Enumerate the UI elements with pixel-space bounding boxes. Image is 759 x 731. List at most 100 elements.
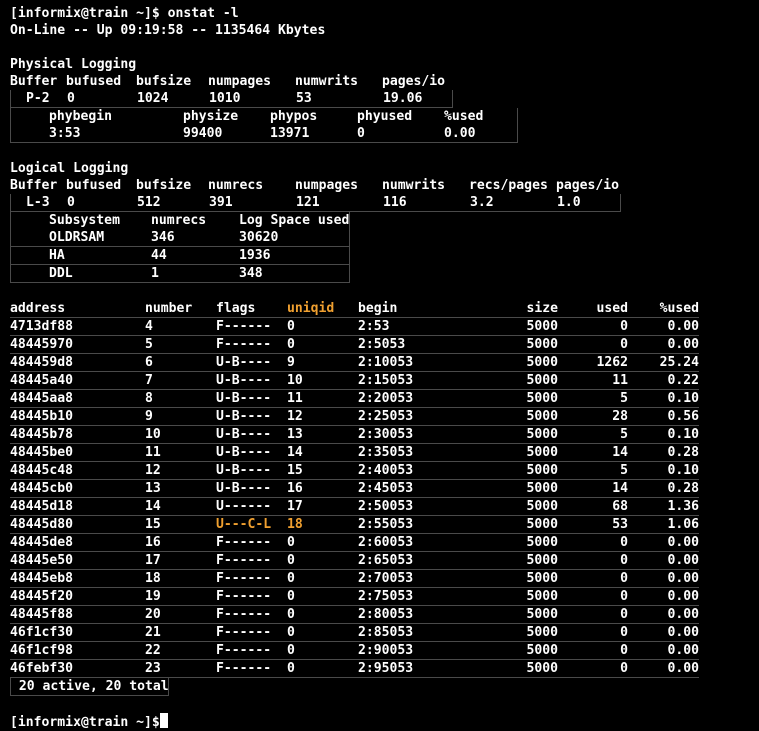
logical-logging-title: Logical Logging [10,161,129,176]
command-prompt: [informix@train ~]$ onstat -l [10,6,239,21]
log-table-row: 48445de8 16 F------ 0 2:60053 5000 0 0.00 [10,534,699,552]
flags-header: flags [216,301,256,316]
uniqid: 9 [287,355,295,370]
physical-sub-header-row: phybegin physize phypos phyused %used [10,108,518,125]
uniqid: 13 [287,427,303,442]
pct-used: 0.00 [667,553,699,568]
address: 48445970 [10,337,74,352]
pct-used: 0.00 [667,319,699,334]
phyused-value: 0 [357,126,365,141]
uniqid: 11 [287,391,303,406]
log-table-row: 46f1cf98 22 F------ 0 2:90053 5000 0 0.00 [10,642,699,660]
flags: F------ [216,319,272,334]
address: 48445eb8 [10,571,74,586]
address: 48445aa8 [10,391,74,406]
log-table-row: 48445970 5 F------ 0 2:5053 5000 0 0.00 [10,336,699,354]
pct-used: 0.00 [667,535,699,550]
buffer-header: Buffer [10,178,58,193]
flags: F------ [216,625,272,640]
log-table-row-current: 48445d80 15 U---C-L 18 2:55053 5000 53 1.06 [10,516,699,534]
pagesio-value: 1.0 [557,195,581,210]
used: 11 [612,373,628,388]
log-space-used-header: Log Space used [239,213,350,228]
address: 46febf30 [10,661,74,676]
uniqid: 17 [287,499,303,514]
buffer-header: Buffer [10,74,58,89]
recspages-value: 3.2 [470,195,494,210]
begin: 2:95053 [358,661,414,676]
flags: U-B---- [216,355,272,370]
flags: U-B---- [216,463,272,478]
bufused-header: bufused [66,74,122,89]
size: 5000 [526,355,558,370]
used: 0 [620,535,628,550]
number: 5 [145,337,153,352]
address: 48445cb0 [10,481,74,496]
flags: F------ [216,571,272,586]
numpages-value: 1010 [209,91,241,106]
terminal-window[interactable]: { "prompt1": "[informix@train ~]$ onstat… [0,0,759,730]
pct-used: 0.28 [667,481,699,496]
number: 17 [145,553,161,568]
subsystem-row: HA 44 1936 [10,247,350,265]
subsystem-name: HA [49,248,65,263]
size: 5000 [526,337,558,352]
uniqid-header: uniqid [287,301,335,316]
number: 19 [145,589,161,604]
number: 20 [145,607,161,622]
numrecs-value: 391 [209,195,233,210]
bufused-value: 0 [67,91,75,106]
address: 484459d8 [10,355,74,370]
number: 15 [145,517,161,532]
number: 10 [145,427,161,442]
uniqid: 0 [287,625,295,640]
subsystem-row: DDL 1 348 [10,265,350,283]
physical-header-row: Buffer bufused bufsize numpages numwrits page… [10,73,755,90]
flags: F------ [216,589,272,604]
begin: 2:25053 [358,409,414,424]
bufused-header: bufused [66,178,122,193]
flags: F------ [216,661,272,676]
command-prompt-current[interactable]: [informix@train ~]$ [10,713,755,730]
uniqid: 15 [287,463,303,478]
flags: U------ [216,499,272,514]
uniqid: 0 [287,607,295,622]
begin-header: begin [358,301,398,316]
pct-used: 0.00 [667,625,699,640]
pct-used: 0.56 [667,409,699,424]
flags: F------ [216,535,272,550]
used: 14 [612,445,628,460]
subsystem-name: OLDRSAM [49,230,105,245]
flags: U-B---- [216,391,272,406]
address: 48445f20 [10,589,74,604]
subsystem-numrecs: 44 [151,248,167,263]
log-table-row: 484459d8 6 U-B---- 9 2:10053 5000 1262 25.24 [10,354,699,372]
address: 48445b78 [10,427,74,442]
log-table-row: 48445cb0 13 U-B---- 16 2:45053 5000 14 0.28 [10,480,699,498]
begin: 2:53 [358,319,390,334]
size-header: size [526,301,558,316]
pct-used: 0.10 [667,427,699,442]
log-table-row: 48445f20 19 F------ 0 2:75053 5000 0 0.00 [10,588,699,606]
uniqid: 0 [287,661,295,676]
size: 5000 [526,481,558,496]
used: 0 [620,571,628,586]
subsystem-log-space: 30620 [239,230,279,245]
flags: U-B---- [216,445,272,460]
bufsize-value: 512 [137,195,161,210]
pagesio-header: pages/io [382,74,446,89]
address: 48445e50 [10,553,74,568]
uniqid: 0 [287,643,295,658]
number: 22 [145,643,161,658]
address: 48445b10 [10,409,74,424]
logical-logging-section: Buffer bufused bufsize numrecs numpages numwr… [10,177,755,283]
numrecs-header: numrecs [208,178,264,193]
number: 8 [145,391,153,406]
bufsize-header: bufsize [136,178,192,193]
uniqid: 18 [287,517,303,532]
uniqid: 12 [287,409,303,424]
address: 48445de8 [10,535,74,550]
flags: U-B---- [216,409,272,424]
begin: 2:30053 [358,427,414,442]
number: 6 [145,355,153,370]
